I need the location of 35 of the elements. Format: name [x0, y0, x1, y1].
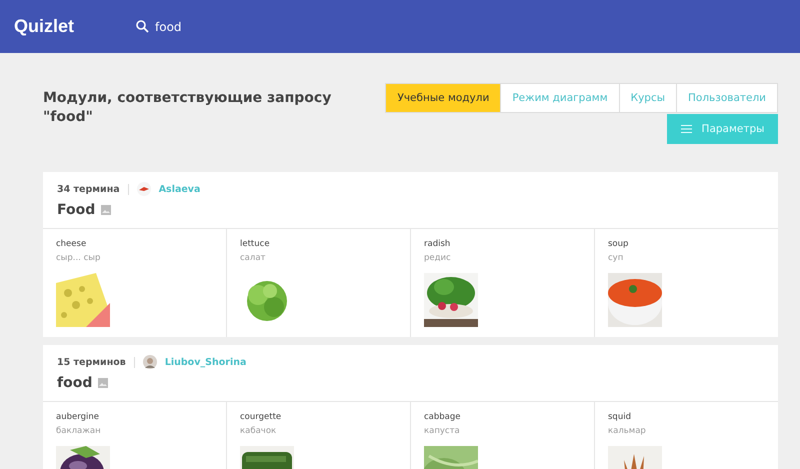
term-count: 15 терминов [57, 356, 126, 368]
term-text: cheese [56, 239, 88, 249]
logo[interactable]: Quizlet [14, 16, 74, 37]
term-text: courgette [240, 412, 282, 422]
definition-text: сыр... сыр [56, 253, 102, 263]
set-title: food [57, 375, 92, 391]
set-title: Food [57, 202, 96, 218]
term-text: cabbage [424, 412, 462, 422]
definition-text: баклажан [56, 426, 102, 436]
term-count: 34 термина [57, 184, 120, 194]
author-link[interactable]: Aslaeva [158, 184, 200, 194]
term-text: squid [608, 412, 632, 422]
term-text: radish [424, 239, 452, 249]
term-text: lettuce [240, 239, 271, 249]
author-link[interactable]: Liubov_Shorina [164, 356, 246, 368]
definition-text: редис [424, 253, 452, 263]
results-heading: Модули, соответствующие запросу "food" [43, 89, 332, 127]
set-card[interactable]: 34 термина Aslaeva Food cheese сыр... сыр lettuce салат radish редис soup суп [43, 172, 778, 337]
definition-text: кабачок [240, 426, 278, 436]
search-field[interactable]: food [155, 20, 276, 34]
definition-text: капуста [424, 426, 461, 436]
term-text: aubergine [56, 412, 100, 422]
image-icon [101, 205, 112, 215]
term-text: soup [608, 239, 630, 249]
avatar-icon [142, 355, 157, 369]
search-icon [136, 20, 150, 33]
definition-text: кальмар [608, 426, 647, 436]
tab[interactable]: Учебные модули [386, 84, 502, 112]
avatar-icon [136, 182, 151, 196]
definition-text: салат [240, 253, 266, 263]
definition-text: суп [608, 253, 624, 263]
image-icon [98, 378, 108, 388]
set-card[interactable]: 15 терминов Liubov_Shorina food aubergine баклажан courgette кабачок cabbage капуста squid кальмар [43, 345, 778, 469]
options-button[interactable]: Параметры [667, 114, 778, 144]
sliders-icon [680, 124, 692, 134]
